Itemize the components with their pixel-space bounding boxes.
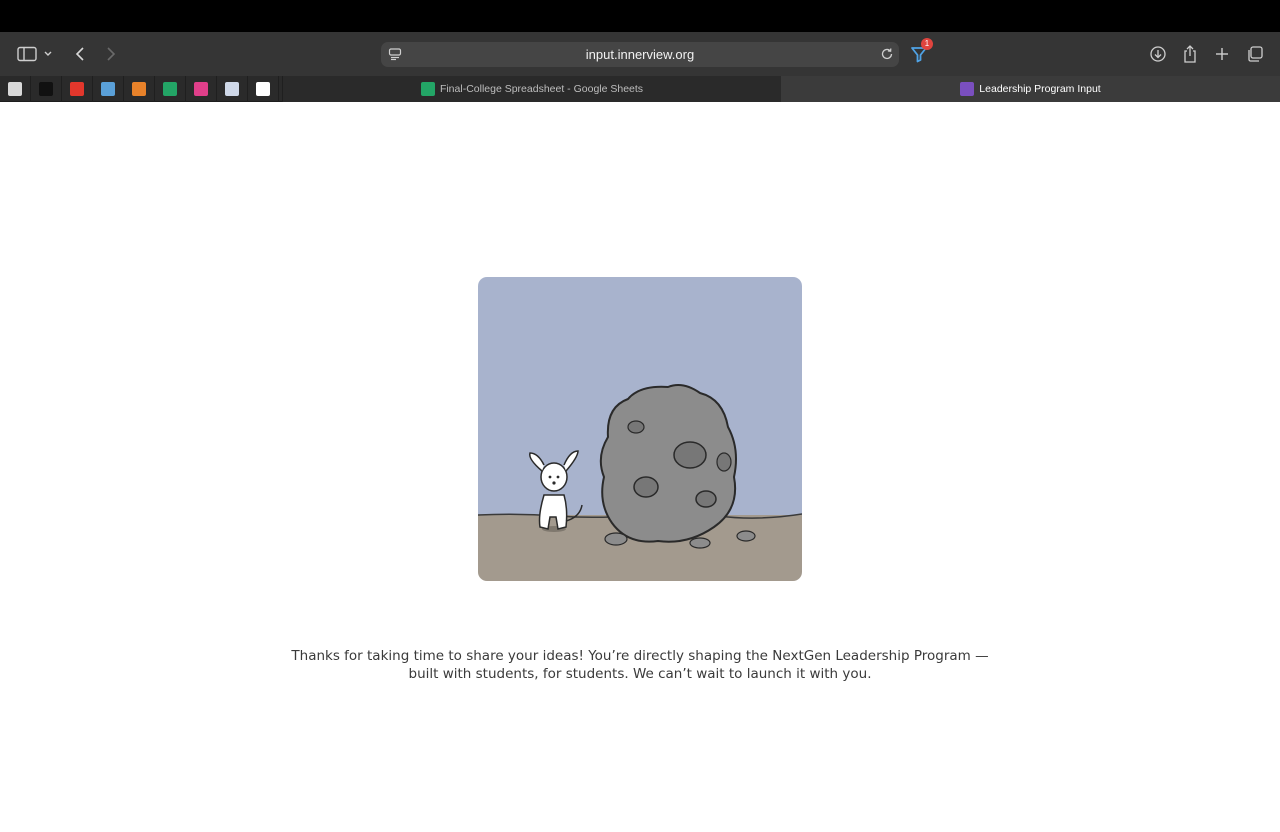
sheets-icon [163,82,177,96]
back-button[interactable] [69,43,91,65]
tab-bar: Final-College Spreadsheet - Google Sheet… [0,76,1280,102]
pinned-tab[interactable] [62,76,93,102]
new-tab-icon[interactable] [1211,43,1233,65]
tab-overview-icon[interactable] [1244,43,1266,65]
forward-button[interactable] [100,43,122,65]
share-icon[interactable] [1179,43,1201,65]
pinned-tab[interactable] [31,76,62,102]
thank-you-message: Thanks for taking time to share your ide… [291,648,989,682]
extension-button[interactable]: 1 [908,38,933,65]
pinned-tab[interactable] [0,76,31,102]
pinned-tab[interactable] [217,76,248,102]
pinned-tab[interactable] [93,76,124,102]
browser-toolbar: input.innerview.org 1 [0,32,1280,76]
page-content: Thanks for taking time to share your ide… [0,102,1280,832]
colorful-app-icon [256,82,270,96]
sheets-icon [420,82,435,96]
tab-leadership-input[interactable]: Leadership Program Input [781,76,1280,102]
pinned-tab[interactable] [248,76,279,102]
pinned-tabs [0,76,279,102]
pinned-tab[interactable] [124,76,155,102]
tab-title: Final-College Spreadsheet - Google Sheet… [439,83,644,95]
tab-title: Leadership Program Input [979,83,1101,95]
url-text[interactable]: input.innerview.org [381,47,899,62]
sidebar-toggle-icon[interactable] [16,43,38,65]
t-app-icon [194,82,208,96]
blue-app-icon [101,82,115,96]
reload-icon[interactable] [880,47,894,66]
red-app-icon [70,82,84,96]
extension-badge: 1 [921,38,933,50]
downloads-icon[interactable] [1147,43,1169,65]
nbs-site-icon [39,82,53,96]
dog-and-boulder-illustration [478,277,802,581]
innerview-icon [960,82,975,96]
pinned-tab[interactable] [155,76,186,102]
tab-google-sheets[interactable]: Final-College Spreadsheet - Google Sheet… [282,76,781,102]
chevron-down-icon[interactable] [40,43,56,65]
pinned-tab[interactable] [186,76,217,102]
news-site-icon [8,82,22,96]
docs-icon [225,82,239,96]
os-menu-bar [0,0,1280,32]
address-bar[interactable]: input.innerview.org [381,42,899,67]
orange-app-icon [132,82,146,96]
